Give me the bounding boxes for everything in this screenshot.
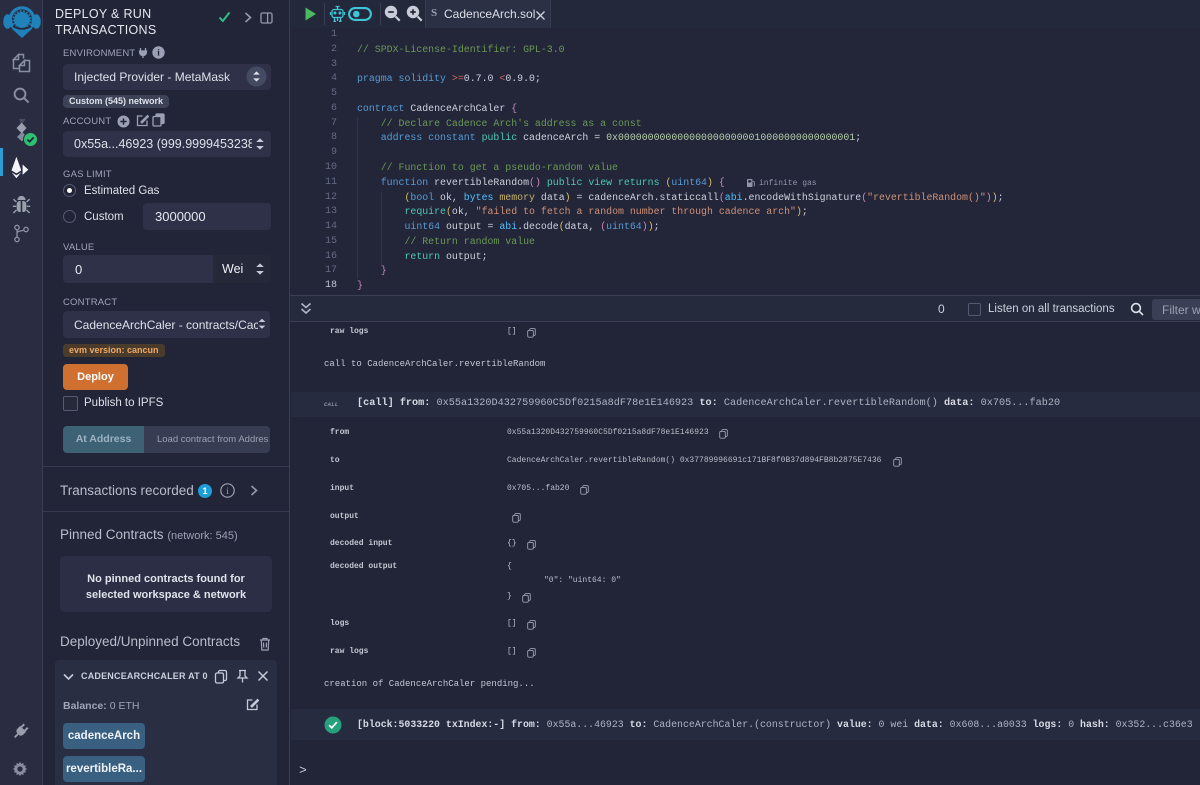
svg-text:i: i [226,486,229,496]
